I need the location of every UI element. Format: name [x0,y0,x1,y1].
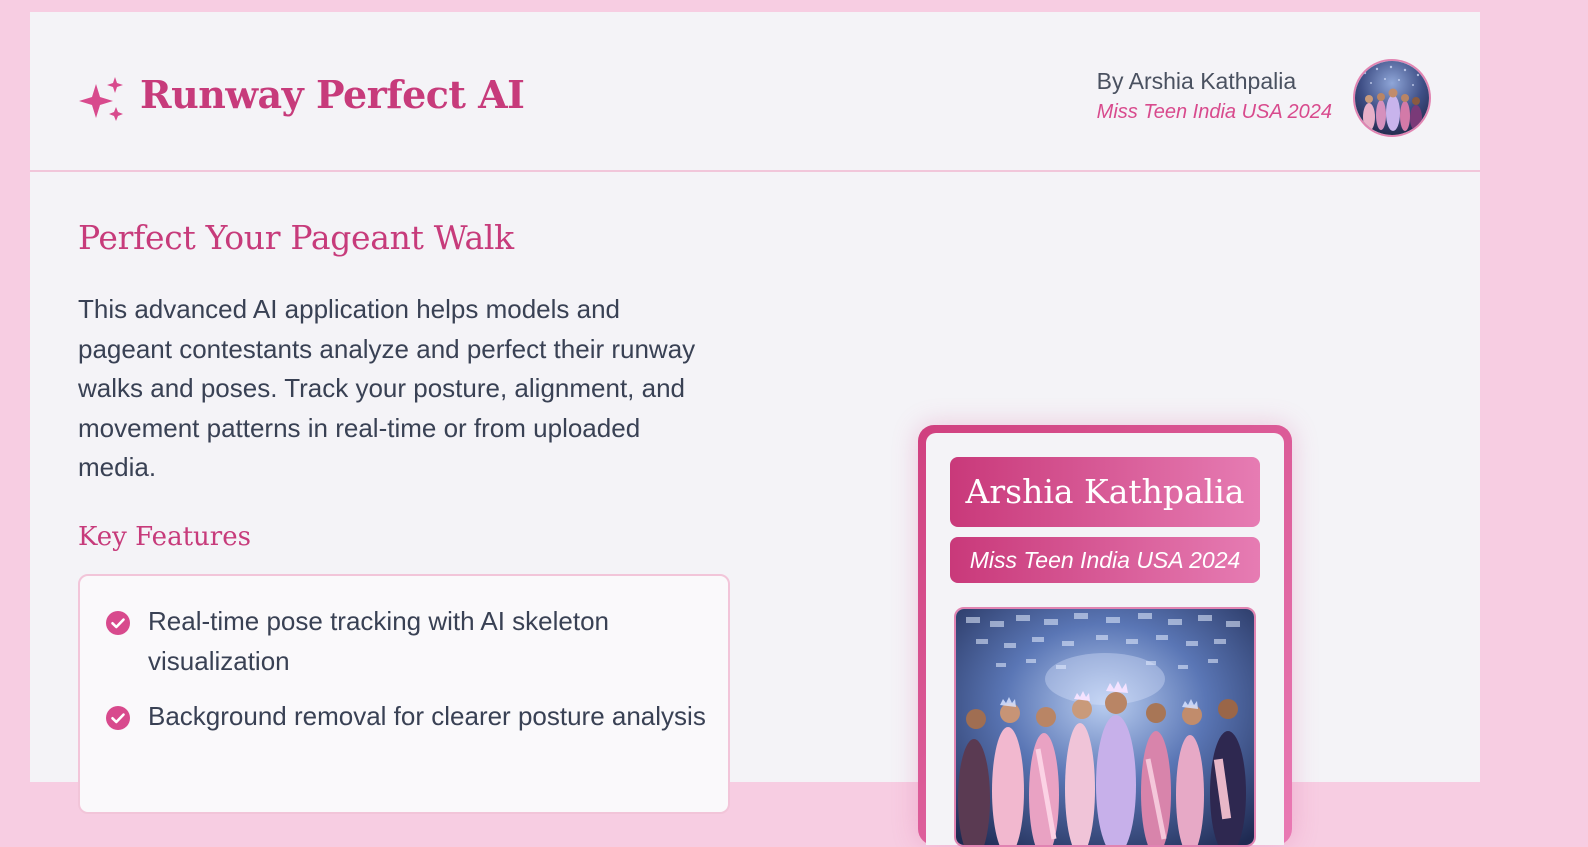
main-content: Perfect Your Pageant Walk This advanced … [30,172,1480,847]
profile-card-inner: Arshia Kathpalia Miss Teen India USA 202… [926,433,1284,847]
profile-name: Arshia Kathpalia [950,457,1260,527]
section-title: Perfect Your Pageant Walk [78,218,514,257]
header: Runway Perfect AI By Arshia Kathpalia Mi… [30,12,1480,172]
profile-card: Arshia Kathpalia Miss Teen India USA 202… [918,425,1292,847]
features-list: Real-time pose tracking with AI skeleton… [78,574,730,814]
author-name: By Arshia Kathpalia [1096,68,1297,94]
author-subtitle: Miss Teen India USA 2024 [1096,101,1332,123]
pageant-photo [954,607,1256,847]
app-title: Runway Perfect AI [140,72,525,117]
avatar [1353,59,1431,137]
features-title: Key Features [78,522,251,552]
sparkles-icon [79,77,123,121]
app-window: Runway Perfect AI By Arshia Kathpalia Mi… [30,12,1480,847]
check-circle-icon [106,611,130,635]
feature-text: Real-time pose tracking with AI skeleton… [148,606,609,676]
check-circle-icon [106,706,130,730]
author-block: By Arshia Kathpalia Miss Teen India USA … [1097,68,1332,124]
intro-paragraph: This advanced AI application helps model… [78,294,696,482]
feature-text: Background removal for clearer posture a… [148,701,706,731]
profile-title: Miss Teen India USA 2024 [950,537,1260,583]
